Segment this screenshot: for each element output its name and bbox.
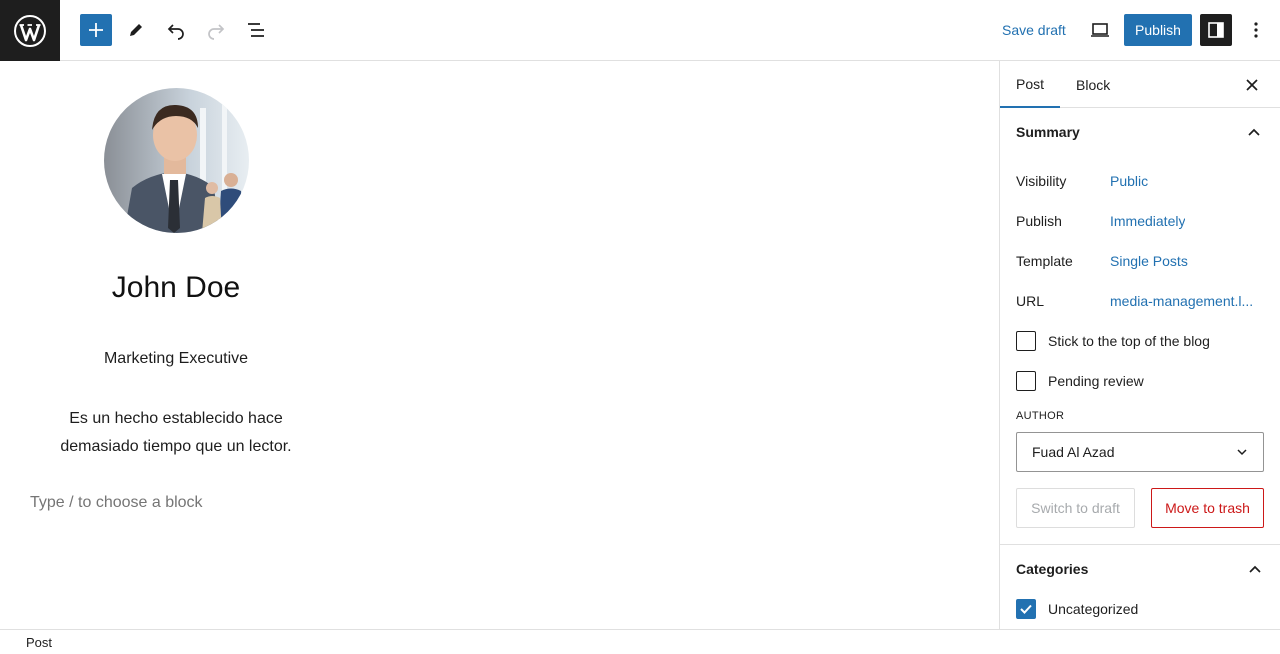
preview-button[interactable] — [1084, 14, 1116, 46]
breadcrumb-item-post[interactable]: Post — [26, 635, 52, 650]
redo-button[interactable] — [200, 14, 232, 46]
sticky-label: Stick to the top of the blog — [1048, 333, 1210, 349]
tools-button[interactable] — [120, 14, 152, 46]
author-name-heading[interactable]: John Doe — [0, 271, 352, 305]
chevron-up-icon — [1249, 565, 1261, 573]
author-select[interactable]: Fuad Al Azad — [1016, 432, 1264, 472]
chevron-down-icon — [1237, 449, 1247, 456]
category-label: Uncategorized — [1048, 601, 1139, 617]
pending-review-label: Pending review — [1048, 373, 1144, 389]
options-button[interactable] — [1240, 14, 1272, 46]
settings-toggle-button[interactable] — [1200, 14, 1232, 46]
document-overview-button[interactable] — [240, 14, 272, 46]
save-draft-button[interactable]: Save draft — [994, 14, 1074, 46]
summary-panel-toggle[interactable]: Summary — [1000, 108, 1280, 156]
category-checkbox[interactable] — [1016, 599, 1036, 619]
redo-icon — [208, 24, 225, 40]
close-sidebar-button[interactable] — [1240, 73, 1264, 97]
visibility-label: Visibility — [1016, 173, 1067, 189]
summary-panel-title: Summary — [1016, 124, 1080, 140]
list-view-icon — [248, 23, 264, 37]
sticky-checkbox-row[interactable]: Stick to the top of the blog — [1016, 331, 1210, 351]
template-value-link[interactable]: Single Posts — [1110, 253, 1188, 269]
author-select-value: Fuad Al Azad — [1032, 444, 1115, 460]
breadcrumb: Post — [0, 629, 1280, 654]
chevron-up-icon — [1248, 128, 1260, 136]
sidebar-tabs: Post Block — [1000, 61, 1280, 108]
undo-button[interactable] — [160, 14, 192, 46]
wordpress-logo-icon[interactable] — [0, 0, 60, 61]
visibility-value-link[interactable]: Public — [1110, 173, 1148, 189]
publish-date-link[interactable]: Immediately — [1110, 213, 1185, 229]
categories-panel-toggle[interactable]: Categories — [1000, 545, 1280, 593]
tab-block[interactable]: Block — [1060, 61, 1126, 108]
url-value-link[interactable]: media-management.l... — [1110, 293, 1253, 309]
template-label: Template — [1016, 253, 1073, 269]
close-icon — [1246, 79, 1258, 91]
add-block-button[interactable] — [80, 14, 112, 46]
author-label: AUTHOR — [1016, 410, 1065, 422]
tab-post[interactable]: Post — [1000, 61, 1061, 108]
author-bio-text[interactable]: Es un hecho establecido hace demasiado t… — [40, 405, 312, 461]
pending-review-row[interactable]: Pending review — [1016, 371, 1144, 391]
editor-toolbar: Save draft Publish — [0, 0, 1280, 61]
block-appender-placeholder[interactable]: Type / to choose a block — [30, 494, 203, 512]
url-label: URL — [1016, 293, 1045, 309]
editor-canvas[interactable]: John Doe Marketing Executive Es un hecho… — [0, 61, 999, 629]
profile-image[interactable] — [104, 88, 249, 233]
pending-review-checkbox[interactable] — [1016, 371, 1036, 391]
category-item[interactable]: Uncategorized — [1016, 599, 1138, 619]
desktop-icon — [1091, 23, 1109, 37]
categories-panel-title: Categories — [1016, 561, 1089, 577]
switch-to-draft-button[interactable]: Switch to draft — [1016, 488, 1135, 528]
categories-panel: Categories Uncategorized — [1000, 545, 1280, 619]
move-to-trash-button[interactable]: Move to trash — [1151, 488, 1264, 528]
author-role-text[interactable]: Marketing Executive — [0, 350, 352, 368]
checkmark-icon — [1020, 604, 1032, 614]
publish-button[interactable]: Publish — [1124, 14, 1192, 46]
settings-sidebar: Post Block Summary Visibility Public Pub… — [999, 61, 1280, 629]
sticky-checkbox[interactable] — [1016, 331, 1036, 351]
pencil-icon — [130, 24, 142, 36]
sidebar-icon — [1208, 22, 1224, 38]
publish-label: Publish — [1016, 213, 1062, 229]
more-vertical-icon — [1254, 22, 1258, 38]
undo-icon — [167, 24, 184, 40]
plus-icon — [89, 23, 103, 37]
